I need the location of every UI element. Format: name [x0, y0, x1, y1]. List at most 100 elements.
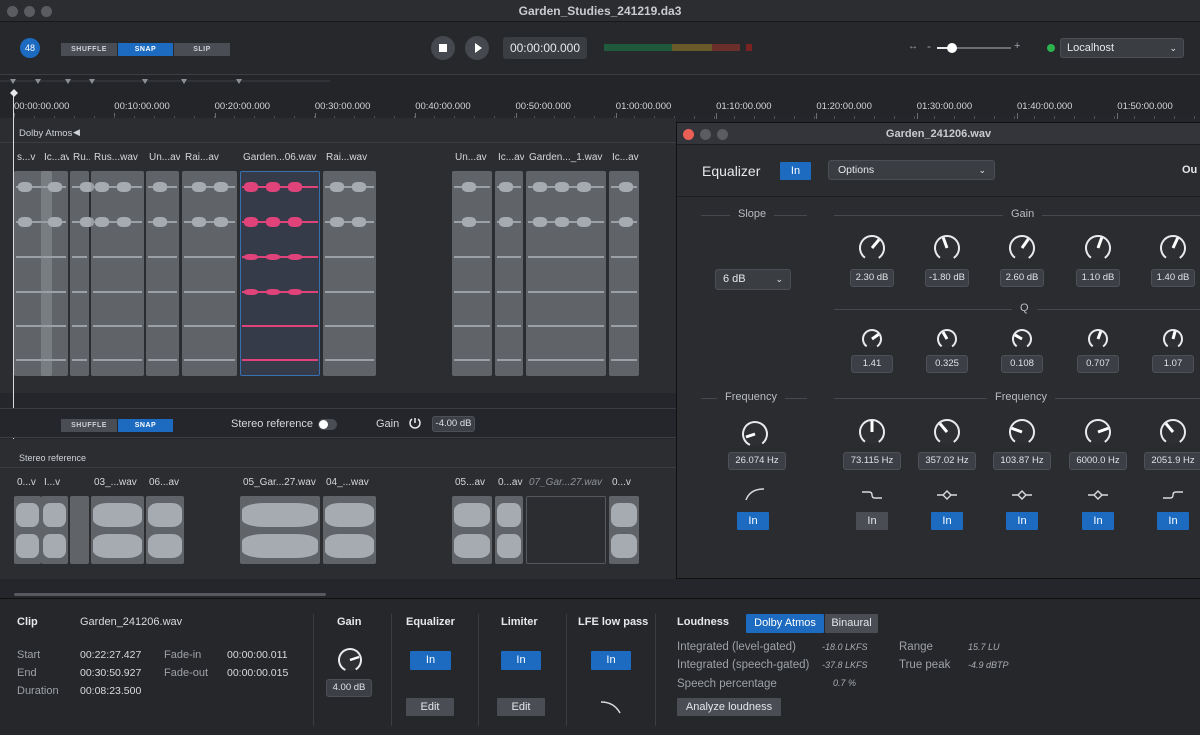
clip-gain-value[interactable]: 4.00 dB — [326, 679, 372, 697]
waveform-lane — [454, 325, 490, 327]
band-1-frequency-value[interactable]: 73.115 Hz — [843, 452, 901, 470]
atmos-clip[interactable] — [526, 171, 606, 376]
loudness-tab-binaural[interactable]: Binaural — [825, 614, 878, 633]
atmos-clip[interactable] — [70, 171, 89, 376]
band-0-in-button[interactable]: In — [737, 512, 769, 530]
atmos-clip[interactable] — [609, 171, 639, 376]
analyze-loudness-button[interactable]: Analyze loudness — [677, 698, 781, 716]
zoom-slider[interactable] — [937, 43, 1011, 53]
waveform-lane — [184, 325, 235, 327]
lfe-in-button[interactable]: In — [591, 651, 631, 670]
limiter-in-button[interactable]: In — [501, 651, 541, 670]
band-1-q-knob[interactable] — [859, 326, 885, 352]
band-4-in-button[interactable]: In — [1082, 512, 1114, 530]
shuffle-mode-button[interactable]: SHUFFLE — [61, 43, 117, 56]
eq-in-button[interactable]: In — [780, 162, 811, 180]
atmos-clip-label: Ru... — [73, 152, 90, 163]
zoom-fit-icon[interactable]: ↔ — [908, 41, 918, 52]
zoom-out-button[interactable]: - — [927, 39, 931, 53]
zoom-slider-handle[interactable] — [946, 43, 957, 53]
band-1-frequency-knob[interactable] — [856, 416, 888, 448]
chevron-down-icon: ⌄ — [1169, 43, 1177, 53]
atmos-clip[interactable] — [146, 171, 179, 376]
atmos-clip[interactable] — [91, 171, 144, 376]
band-4-gain-knob[interactable] — [1082, 232, 1114, 264]
stereo-reference-toggle[interactable] — [318, 419, 337, 430]
waveform-burst — [244, 217, 258, 227]
horizontal-scrollbar[interactable] — [14, 593, 326, 596]
end-value[interactable]: 00:30:50.927 — [80, 667, 141, 679]
slope-select[interactable]: 6 dB ⌄ — [715, 269, 791, 290]
band-3-gain-knob[interactable] — [1006, 232, 1038, 264]
band-3-q-value[interactable]: 0.108 — [1001, 355, 1043, 373]
band-5-gain-knob[interactable] — [1157, 232, 1189, 264]
band-5-q-knob[interactable] — [1160, 326, 1186, 352]
band-3-frequency-knob[interactable] — [1006, 416, 1038, 448]
eq-options-select[interactable]: Options ⌄ — [828, 160, 995, 180]
duration-value[interactable]: 00:08:23.500 — [80, 685, 141, 697]
notification-badge[interactable]: 48 — [20, 38, 40, 58]
band-1-in-button[interactable]: In — [856, 512, 888, 530]
band-2-q-value[interactable]: 0.325 — [926, 355, 968, 373]
output-select[interactable]: Localhost ⌄ — [1060, 38, 1184, 58]
selected-atmos-clip[interactable] — [240, 171, 320, 376]
speech-percentage-label: Speech percentage — [677, 678, 777, 690]
low-frequency-value[interactable]: 26.074 Hz — [728, 452, 786, 470]
loudness-tab-atmos[interactable]: Dolby Atmos — [746, 614, 824, 633]
limiter-edit-button[interactable]: Edit — [497, 698, 545, 716]
atmos-track-name: Dolby Atmos — [19, 128, 73, 139]
band-2-in-button[interactable]: In — [931, 512, 963, 530]
band-4-gain-value[interactable]: 1.10 dB — [1076, 269, 1120, 287]
atmos-clip[interactable] — [182, 171, 237, 376]
equalizer-edit-button[interactable]: Edit — [406, 698, 454, 716]
stereo-clip[interactable] — [526, 496, 606, 564]
band-5-frequency-value[interactable]: 2051.9 Hz — [1144, 452, 1200, 470]
play-button[interactable] — [465, 36, 489, 60]
low-frequency-knob[interactable] — [739, 418, 771, 450]
band-2-frequency-value[interactable]: 357.02 Hz — [918, 452, 976, 470]
fade-in-value[interactable]: 00:00:00.011 — [227, 649, 288, 661]
zoom-in-button[interactable]: + — [1014, 40, 1020, 52]
stop-button[interactable] — [431, 36, 455, 60]
fade-out-value[interactable]: 00:00:00.015 — [227, 667, 288, 679]
band-3-in-button[interactable]: In — [1006, 512, 1038, 530]
band-2-frequency-knob[interactable] — [931, 416, 963, 448]
band-3-frequency-value[interactable]: 103.87 Hz — [993, 452, 1051, 470]
speaker-icon[interactable]: ◀ — [73, 127, 80, 138]
band-2-gain-value[interactable]: -1.80 dB — [925, 269, 969, 287]
band-1-gain-value[interactable]: 2.30 dB — [850, 269, 894, 287]
band-4-q-value[interactable]: 0.707 — [1077, 355, 1119, 373]
atmos-clip[interactable] — [452, 171, 492, 376]
band-5-in-button[interactable]: In — [1157, 512, 1189, 530]
band-1-q-value[interactable]: 1.41 — [851, 355, 893, 373]
band-4-frequency-value[interactable]: 6000.0 Hz — [1069, 452, 1127, 470]
slip-mode-button[interactable]: SLIP — [174, 43, 230, 56]
atmos-clip[interactable] — [323, 171, 376, 376]
timeline-ruler[interactable]: 00:00:00.000 00:10:00.000 00:20:00.000 00:3… — [0, 74, 1200, 119]
atmos-clip[interactable] — [41, 171, 68, 376]
stereo-clip[interactable] — [70, 496, 89, 564]
eq-window-titlebar[interactable]: Garden_241206.wav — [677, 123, 1200, 145]
stereo-shuffle-button[interactable]: SHUFFLE — [61, 419, 117, 432]
band-2-q-knob[interactable] — [934, 326, 960, 352]
band-3-q-knob[interactable] — [1009, 326, 1035, 352]
start-value[interactable]: 00:22:27.427 — [80, 649, 141, 661]
band-5-gain-value[interactable]: 1.40 dB — [1151, 269, 1195, 287]
stereo-snap-button[interactable]: SNAP — [118, 419, 173, 432]
band-3-gain-value[interactable]: 2.60 dB — [1000, 269, 1044, 287]
band-5-frequency-knob[interactable] — [1157, 416, 1189, 448]
stereo-gain-value[interactable]: -4.00 dB — [432, 416, 475, 432]
clip-gain-knob[interactable] — [335, 645, 365, 675]
waveform-burst — [266, 182, 280, 192]
atmos-clip[interactable] — [495, 171, 523, 376]
band-5-q-value[interactable]: 1.07 — [1152, 355, 1194, 373]
stereo-waveform — [497, 534, 521, 558]
timecode-display[interactable]: 00:00:00.000 — [503, 37, 587, 59]
band-4-q-knob[interactable] — [1085, 326, 1111, 352]
band-4-frequency-knob[interactable] — [1082, 416, 1114, 448]
equalizer-in-button[interactable]: In — [410, 651, 451, 670]
snap-mode-button[interactable]: SNAP — [118, 43, 173, 56]
band-2-gain-knob[interactable] — [931, 232, 963, 264]
stereo-gain-knob[interactable] — [408, 416, 422, 430]
band-1-gain-knob[interactable] — [856, 232, 888, 264]
